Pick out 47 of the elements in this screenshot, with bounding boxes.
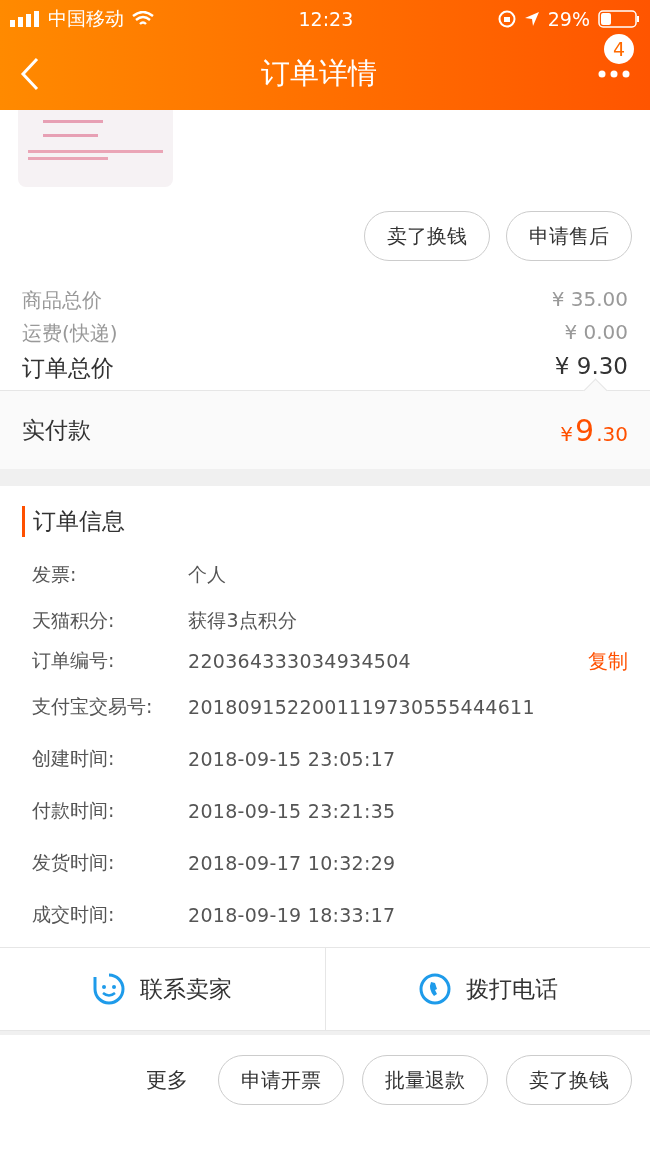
info-value: 2018-09-15 23:05:17: [188, 748, 397, 770]
info-label: 发货时间:: [32, 850, 116, 875]
notification-badge: 4: [604, 34, 634, 64]
battery-icon: [598, 10, 640, 28]
info-label: 成交时间:: [32, 902, 116, 927]
more-button[interactable]: 批量退款: [362, 1055, 488, 1105]
info-value: 2018091522001119730555444611: [188, 696, 536, 718]
clock: 12:23: [298, 8, 354, 30]
back-icon[interactable]: [20, 57, 40, 91]
info-label: 创建时间:: [32, 746, 116, 771]
rotation-lock-icon: [497, 10, 516, 28]
currency-symbol: ¥: [560, 421, 574, 446]
price-value: ¥ 35.00: [551, 287, 628, 313]
more-button[interactable]: 申请开票: [218, 1055, 344, 1105]
signal-icon: [10, 11, 40, 27]
more-label: 更多: [146, 1067, 188, 1094]
info-value: 获得3点积分: [188, 608, 298, 633]
carrier: 中国移动: [48, 6, 124, 31]
info-label: 订单编号:: [32, 648, 116, 673]
price-label: 订单总价: [22, 354, 114, 383]
action-button[interactable]: 卖了换钱: [364, 211, 490, 261]
page-title: 订单详情: [261, 55, 377, 92]
location-arrow-icon: [523, 11, 540, 27]
price-value: ¥ 0.00: [564, 320, 628, 346]
info-value: 2018-09-15 23:21:35: [188, 800, 397, 822]
phone-icon: [417, 972, 452, 1006]
paid-label: 实付款: [22, 415, 91, 445]
info-label: 发票:: [32, 562, 78, 587]
info-value: 2018-09-17 10:32:29: [188, 852, 397, 874]
paid-integer: 9: [575, 412, 595, 448]
info-label: 天猫积分:: [32, 608, 116, 633]
smiley-icon: [92, 972, 127, 1006]
more-icon[interactable]: [598, 70, 630, 78]
info-value: 个人: [188, 562, 228, 587]
info-value: 220364333034934504: [188, 650, 412, 672]
price-value: ¥ 9.30: [554, 353, 628, 381]
action-button[interactable]: 申请售后: [506, 211, 632, 261]
wifi-icon: [132, 11, 154, 27]
price-label: 运费(快递): [22, 320, 118, 347]
info-label: 支付宝交易号:: [32, 694, 154, 719]
more-button[interactable]: 卖了换钱: [506, 1055, 632, 1105]
info-value: 2018-09-19 18:33:17: [188, 904, 397, 926]
battery-percent: 29%: [547, 8, 590, 30]
paid-decimal: .30: [596, 421, 628, 446]
info-label: 付款时间:: [32, 798, 116, 823]
price-label: 商品总价: [22, 287, 102, 314]
section-title: 订单信息: [22, 506, 628, 537]
